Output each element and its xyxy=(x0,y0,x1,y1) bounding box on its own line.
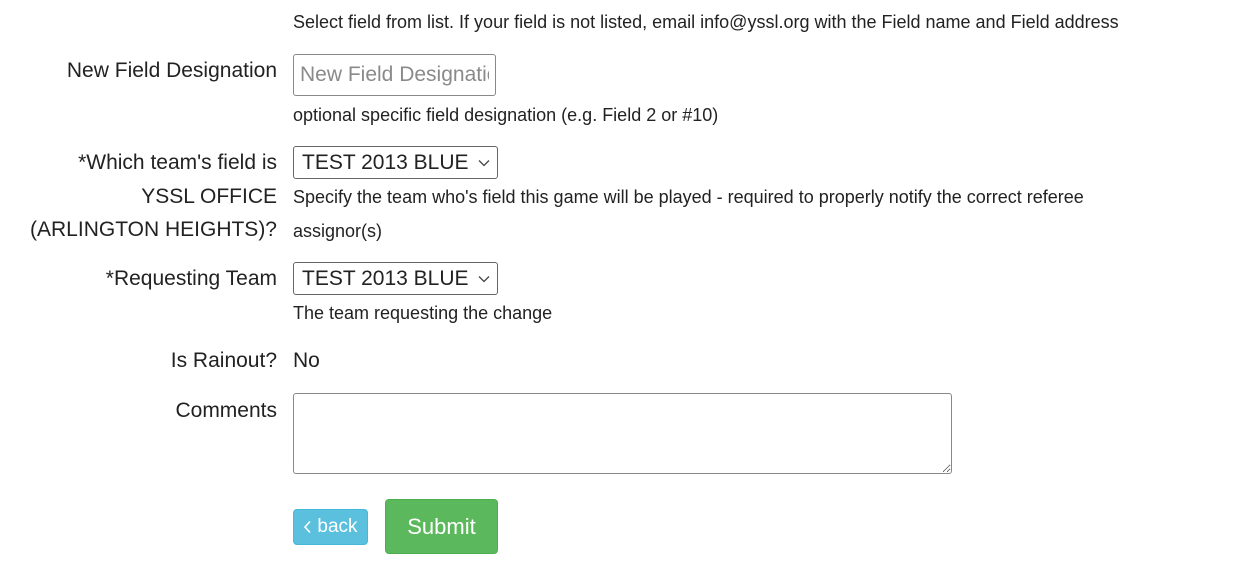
submit-button-label: Submit xyxy=(407,513,476,539)
new-field-designation-label: New Field Designation xyxy=(66,59,277,82)
which-team-field-select[interactable]: TEST 2013 BLUE xyxy=(293,146,498,179)
chevron-down-icon xyxy=(478,159,490,166)
which-team-field-label-line3: (ARLINGTON HEIGHTS)? xyxy=(30,218,277,241)
requesting-team-label: *Requesting Team xyxy=(105,267,277,290)
rainout-label: Is Rainout? xyxy=(170,349,277,372)
which-team-field-label-line1: *Which team's field is xyxy=(78,151,277,174)
requesting-team-select[interactable]: TEST 2013 BLUE xyxy=(293,262,498,295)
comments-label: Comments xyxy=(175,399,277,422)
requesting-team-selected: TEST 2013 BLUE xyxy=(302,266,469,290)
new-field-designation-help: optional specific field designation (e.g… xyxy=(293,105,719,125)
which-team-field-help-line2: assignor(s) xyxy=(293,221,383,241)
submit-button[interactable]: Submit xyxy=(385,499,498,554)
chevron-down-icon xyxy=(478,275,490,282)
field-help-text: Select field from list. If your field is… xyxy=(293,12,1119,32)
new-field-designation-input[interactable] xyxy=(293,54,496,96)
which-team-field-help-line1: Specify the team who's field this game w… xyxy=(293,187,1084,207)
which-team-field-label-line2: YSSL OFFICE xyxy=(141,185,277,208)
which-team-field-selected: TEST 2013 BLUE xyxy=(302,150,469,174)
requesting-team-help: The team requesting the change xyxy=(293,303,553,323)
back-button-label: back xyxy=(317,516,358,537)
chevron-left-icon xyxy=(304,520,312,534)
comments-textarea[interactable] xyxy=(293,393,952,474)
rainout-value: No xyxy=(293,349,320,372)
back-button[interactable]: back xyxy=(293,509,368,545)
